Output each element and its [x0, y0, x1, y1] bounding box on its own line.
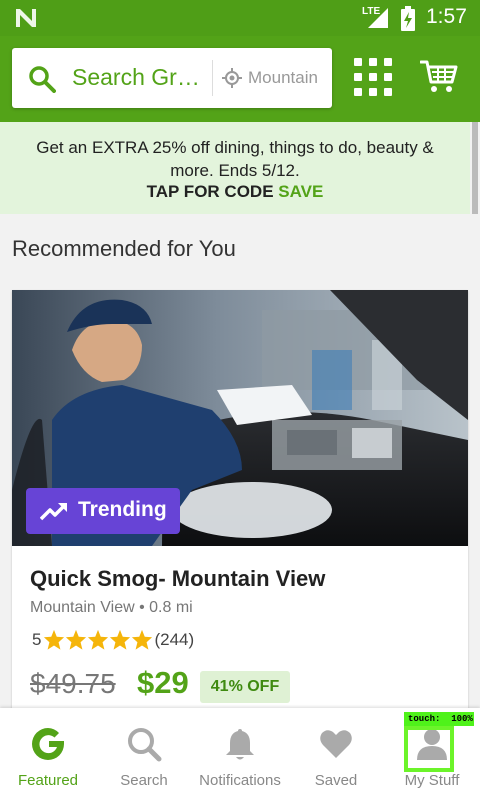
deal-price: $29 [137, 665, 189, 700]
trending-up-icon [40, 503, 67, 521]
categories-grid-icon[interactable] [354, 58, 392, 96]
rating: 5 (244) [32, 627, 194, 653]
star-rating [43, 629, 153, 651]
deal-title[interactable]: Quick Smog- Mountain View [30, 566, 325, 592]
nav-notifications[interactable]: Notifications [192, 708, 288, 800]
deal-card[interactable]: Trending Quick Smog- Mountain View Mount… [12, 290, 468, 720]
star-icon [132, 629, 153, 650]
deal-location: Mountain View • 0.8 mi [30, 599, 193, 616]
cart-icon[interactable] [420, 58, 458, 94]
star-icon [44, 629, 65, 650]
search-icon [29, 66, 56, 93]
nav-saved[interactable]: Saved [288, 708, 384, 800]
nav-label: Notifications [199, 772, 281, 789]
promo-save-label: SAVE [278, 182, 324, 201]
bell-icon [226, 729, 254, 760]
screen: LTE 1:57 Search Gr… Mountain Get an EXTR… [0, 0, 480, 800]
location-field[interactable]: Mountain [248, 68, 324, 88]
promo-cta-label: TAP FOR CODE [146, 182, 274, 201]
search-icon [128, 728, 162, 762]
trending-badge: Trending [26, 488, 180, 534]
location-icon[interactable] [222, 68, 242, 88]
star-icon [88, 629, 109, 650]
groupon-g-icon [32, 728, 64, 760]
notification-n-icon [16, 9, 36, 27]
battery-charging-icon [401, 6, 415, 31]
search-input[interactable]: Search Gr… [72, 64, 200, 91]
nav-search[interactable]: Search [96, 708, 192, 800]
promo-text: Get an EXTRA 25% off dining, things to d… [36, 138, 434, 180]
nav-label: Saved [314, 772, 358, 789]
promo-cta[interactable]: TAP FOR CODE SAVE [0, 182, 470, 202]
clock: 1:57 [426, 5, 467, 28]
network-label: LTE [362, 6, 381, 17]
section-title: Recommended for You [12, 236, 236, 261]
nav-label: My Stuff [404, 772, 460, 789]
touch-indicator-label: touch: 100% [404, 712, 474, 726]
app-bar: Search Gr… Mountain [0, 36, 480, 122]
trending-label: Trending [78, 498, 167, 521]
scrollbar[interactable] [472, 122, 478, 214]
search-divider [212, 60, 213, 96]
nav-label: Search [120, 772, 168, 789]
star-icon [110, 629, 131, 650]
star-icon [66, 629, 87, 650]
original-price: $49.75 [30, 668, 116, 699]
discount-badge: 41% OFF [200, 671, 290, 703]
promo-banner[interactable]: Get an EXTRA 25% off dining, things to d… [0, 122, 470, 214]
nav-label: Featured [17, 772, 79, 789]
heart-icon [320, 730, 352, 758]
rating-value: 5 [32, 630, 42, 649]
review-count: (244) [154, 630, 195, 649]
search-box[interactable]: Search Gr… Mountain [12, 48, 332, 108]
touch-indicator-box [404, 726, 454, 772]
nav-featured[interactable]: Featured [0, 708, 96, 800]
status-bar: LTE 1:57 [0, 0, 480, 36]
